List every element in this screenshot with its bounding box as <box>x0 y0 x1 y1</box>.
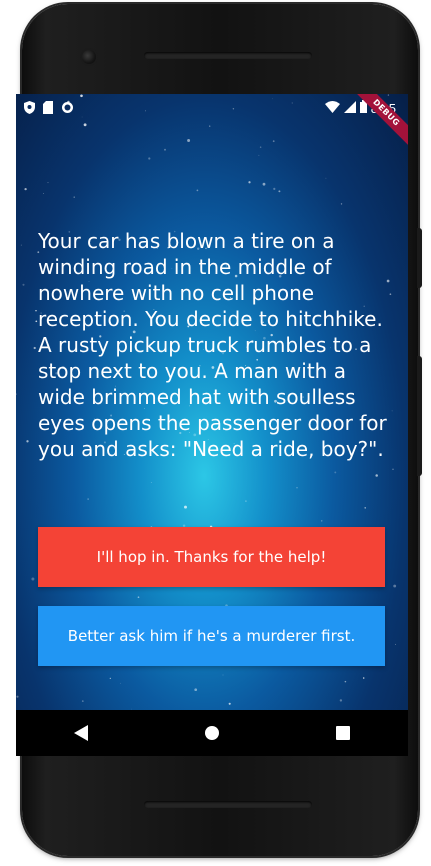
signal-icon <box>343 100 356 116</box>
choice-2-button[interactable]: Better ask him if he's a murderer first. <box>38 606 385 666</box>
circle-icon <box>61 101 74 119</box>
story-text: Your car has blown a tire on a winding r… <box>38 229 387 461</box>
top-speaker <box>144 52 312 59</box>
wifi-icon <box>324 100 340 116</box>
shield-icon <box>24 101 35 119</box>
app-screen: 8:35 DEBUG Your car has blown a tire on … <box>16 94 408 710</box>
back-button[interactable] <box>61 713 101 753</box>
status-left-icons <box>24 101 74 119</box>
recents-icon <box>335 726 350 740</box>
home-button[interactable] <box>192 713 232 753</box>
power-button <box>417 228 422 288</box>
choice-1-button[interactable]: I'll hop in. Thanks for the help! <box>38 527 385 587</box>
status-bar: 8:35 <box>16 94 408 122</box>
volume-button <box>417 356 422 476</box>
sd-card-icon <box>43 101 53 119</box>
back-icon <box>74 725 89 741</box>
bottom-speaker <box>144 801 312 808</box>
recents-button[interactable] <box>323 713 363 753</box>
front-camera <box>82 50 96 64</box>
home-icon <box>204 726 219 740</box>
navigation-bar <box>16 710 408 756</box>
